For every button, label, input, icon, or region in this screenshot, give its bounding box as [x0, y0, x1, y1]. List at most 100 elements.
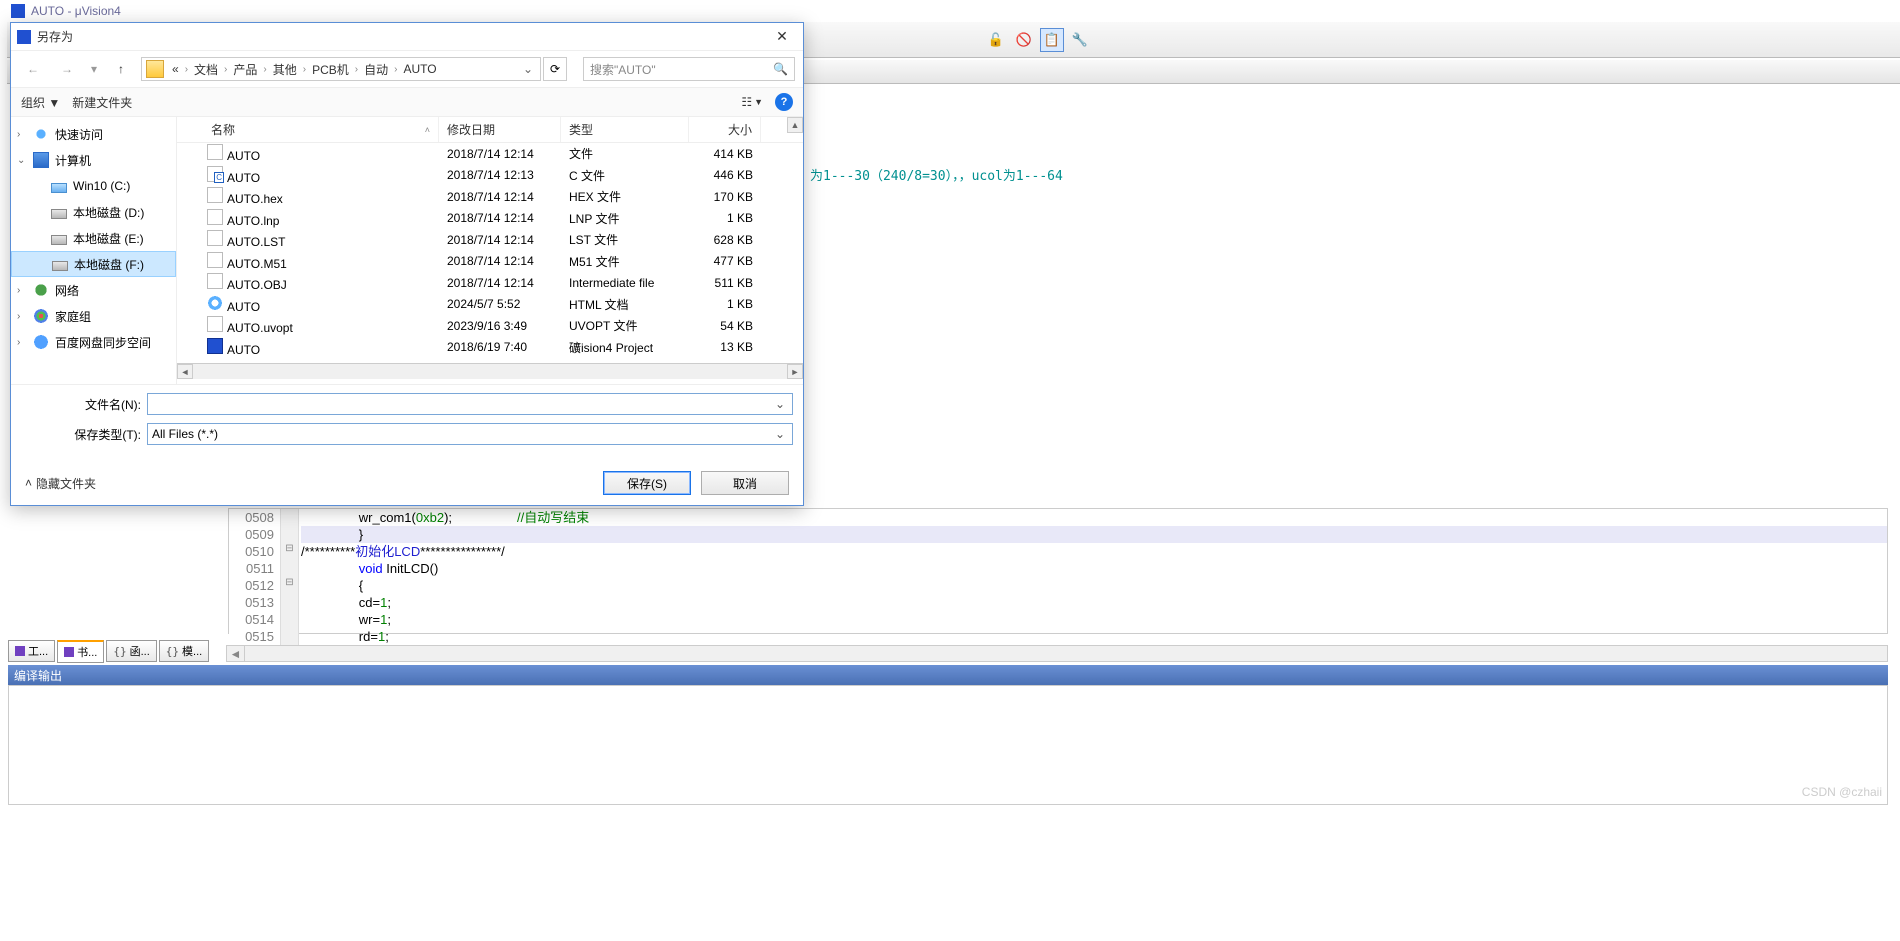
scroll-up-button[interactable]: ▲ — [787, 117, 803, 133]
breadcrumb-segment[interactable]: PCB机 — [308, 61, 353, 78]
save-button[interactable]: 保存(S) — [603, 471, 691, 495]
bottom-tab[interactable]: {}模... — [159, 640, 209, 662]
file-icon — [207, 230, 223, 246]
bottom-tab[interactable]: 书... — [57, 640, 104, 663]
drive-win-icon — [51, 183, 67, 193]
breadcrumb[interactable]: «›文档›产品›其他›PCB机›自动›AUTO⌄ — [141, 57, 541, 81]
file-rows[interactable]: AUTO2018/7/14 12:14文件414 KBAUTO2018/7/14… — [177, 143, 803, 363]
bottom-tab[interactable]: 工... — [8, 640, 55, 662]
nav-recent-dropdown[interactable]: ▾ — [87, 57, 101, 81]
sidebar-item[interactable]: › 网络 — [11, 277, 176, 303]
file-row[interactable]: AUTO2018/7/14 12:13C 文件446 KB — [177, 165, 803, 187]
file-row[interactable]: AUTO.OBJ2018/7/14 12:14Intermediate file… — [177, 272, 803, 294]
col-type-header[interactable]: 类型 — [561, 117, 689, 142]
file-row[interactable]: AUTO.hex2018/7/14 12:14HEX 文件170 KB — [177, 186, 803, 208]
file-icon — [207, 273, 223, 289]
filename-drop-icon[interactable]: ⌄ — [772, 397, 788, 411]
breadcrumb-segment[interactable]: 文档 — [190, 61, 222, 78]
refresh-button[interactable]: ⟳ — [543, 57, 567, 81]
sidebar-item[interactable]: 本地磁盘 (F:) — [11, 251, 176, 277]
expand-icon[interactable]: › — [17, 311, 20, 322]
output-panel[interactable] — [8, 685, 1888, 805]
code-text[interactable]: wr_com1(0xb2); //自动写结束 }/**********初始化LC… — [299, 509, 1887, 645]
output-panel-header[interactable]: 编译输出 — [8, 665, 1888, 685]
cloud-icon — [33, 334, 49, 350]
editor-hscroll[interactable]: ◄ — [226, 645, 1888, 662]
expand-icon[interactable]: ⌄ — [17, 155, 25, 166]
sidebar-item-label: 本地磁盘 (D:) — [73, 204, 144, 221]
drive-icon — [51, 235, 67, 245]
drive-icon — [51, 209, 67, 219]
sidebar-item-label: 计算机 — [55, 152, 91, 169]
dialog-titlebar[interactable]: 另存为 ✕ — [11, 23, 803, 51]
file-row[interactable]: AUTO.LST2018/7/14 12:14LST 文件628 KB — [177, 229, 803, 251]
hscroll-right[interactable]: ► — [787, 364, 803, 379]
breadcrumb-segment[interactable]: 产品 — [229, 61, 261, 78]
new-folder-button[interactable]: 新建文件夹 — [72, 94, 132, 111]
search-input[interactable]: 搜索"AUTO" 🔍 — [583, 57, 795, 81]
file-type: Intermediate file — [561, 276, 689, 290]
toolbar-btn-3[interactable]: 📋 — [1040, 28, 1064, 52]
nav-forward-button[interactable]: → — [53, 57, 81, 81]
file-row[interactable]: AUTO.lnp2018/7/14 12:14LNP 文件1 KB — [177, 208, 803, 230]
breadcrumb-segment[interactable]: 其他 — [269, 61, 301, 78]
bottom-tab[interactable]: {}函... — [106, 640, 156, 662]
view-mode-dropdown[interactable]: ☷▼ — [741, 95, 763, 109]
file-type: 礦ision4 Project — [561, 339, 689, 356]
file-row[interactable]: AUTO2018/7/14 12:14文件414 KB — [177, 143, 803, 165]
col-name-header[interactable]: 名称˄ — [177, 117, 439, 142]
col-size-header[interactable]: 大小 — [689, 117, 761, 142]
tab-icon: {} — [166, 645, 179, 658]
sidebar-item[interactable]: ›家庭组 — [11, 303, 176, 329]
file-hscroll[interactable]: ◄ ► — [177, 363, 803, 379]
breadcrumb-segment[interactable]: 自动 — [360, 61, 392, 78]
hscroll-left[interactable]: ◄ — [177, 364, 193, 379]
sidebar-item[interactable]: Win10 (C:) — [11, 173, 176, 199]
file-icon — [207, 338, 223, 354]
filename-input[interactable]: ⌄ — [147, 393, 793, 415]
file-list[interactable]: ▲ 名称˄ 修改日期 类型 大小 AUTO2018/7/14 12:14文件41… — [177, 117, 803, 384]
file-list-header[interactable]: 名称˄ 修改日期 类型 大小 — [177, 117, 803, 143]
line-gutter: 05080509051005110512051305140515 — [229, 509, 281, 645]
help-button[interactable]: ? — [775, 93, 793, 111]
file-date: 2023/9/16 3:49 — [439, 319, 561, 333]
toolbar-btn-2[interactable]: 🚫 — [1012, 28, 1036, 52]
bottom-tabs: 工...书...{}函...{}模... — [8, 640, 211, 662]
fold-gutter[interactable]: ⊟⊟ — [281, 509, 299, 645]
app-title: AUTO - μVision4 — [31, 4, 121, 18]
expand-icon[interactable]: › — [17, 285, 20, 296]
col-date-header[interactable]: 修改日期 — [439, 117, 561, 142]
filetype-select[interactable]: All Files (*.*) ⌄ — [147, 423, 793, 445]
code-editor[interactable]: 05080509051005110512051305140515⊟⊟ wr_co… — [228, 508, 1888, 634]
sidebar-item[interactable]: ⌄ 计算机 — [11, 147, 176, 173]
file-row[interactable]: AUTO2018/6/19 7:40礦ision4 Project13 KB — [177, 337, 803, 359]
cancel-button[interactable]: 取消 — [701, 471, 789, 495]
nav-up-button[interactable]: ↑ — [107, 57, 135, 81]
breadcrumb-segment[interactable]: « — [168, 62, 183, 76]
close-button[interactable]: ✕ — [767, 27, 797, 47]
sidebar-item[interactable]: ›百度网盘同步空间 — [11, 329, 176, 355]
file-icon — [207, 252, 223, 268]
sidebar-item[interactable]: ›快速访问 — [11, 121, 176, 147]
hide-folders-button[interactable]: ˄隐藏文件夹 — [25, 475, 96, 492]
file-row[interactable]: AUTO2024/5/7 5:52HTML 文档1 KB — [177, 294, 803, 316]
filetype-drop-icon[interactable]: ⌄ — [772, 427, 788, 441]
sidebar-item[interactable]: 本地磁盘 (E:) — [11, 225, 176, 251]
dialog-sidebar[interactable]: ›快速访问 ⌄ 计算机 Win10 (C:) 本地磁盘 (D:) 本地磁盘 (E:)本地磁… — [11, 117, 177, 384]
file-icon — [207, 209, 223, 225]
file-date: 2018/7/14 12:14 — [439, 211, 561, 225]
expand-icon[interactable]: › — [17, 337, 20, 348]
toolbar-btn-4[interactable]: 🔧 — [1068, 28, 1092, 52]
file-row[interactable]: AUTO.uvopt2023/9/16 3:49UVOPT 文件54 KB — [177, 315, 803, 337]
expand-icon[interactable]: › — [17, 129, 20, 140]
breadcrumb-dropdown[interactable]: ⌄ — [520, 62, 536, 76]
nav-back-button[interactable]: ← — [19, 57, 47, 81]
tab-icon: {} — [113, 645, 126, 658]
sidebar-item-label: 网络 — [55, 282, 79, 299]
sidebar-item[interactable]: 本地磁盘 (D:) — [11, 199, 176, 225]
file-name: AUTO.hex — [227, 192, 283, 206]
file-row[interactable]: AUTO.M512018/7/14 12:14M51 文件477 KB — [177, 251, 803, 273]
toolbar-btn-1[interactable]: 🔓 — [984, 28, 1008, 52]
breadcrumb-segment[interactable]: AUTO — [400, 62, 441, 76]
organize-button[interactable]: 组织 ▼ — [21, 94, 60, 111]
